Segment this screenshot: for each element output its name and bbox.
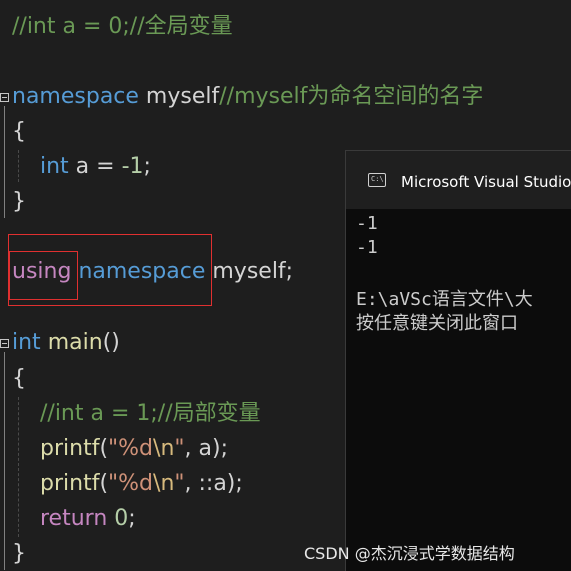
code-line-main-signature: int main() xyxy=(12,326,120,360)
console-output-line: -1 xyxy=(356,237,378,258)
indent-guide-namespace xyxy=(18,150,19,182)
code-line-global-comment: //int a = 0;//全局变量 xyxy=(12,14,233,39)
printf-args: , a); xyxy=(184,436,228,461)
code-line-return: return 0; xyxy=(40,502,136,536)
console-output-line: -1 xyxy=(356,213,378,234)
return-semicolon: ; xyxy=(128,506,136,531)
printf-paren: ( xyxy=(99,436,109,461)
code-line-decl: int a = -1; xyxy=(40,150,151,184)
main-return-type: int xyxy=(12,330,41,355)
fold-guide-main xyxy=(4,352,5,570)
console-output-path: E:\aVSc语言文件\大 xyxy=(356,289,533,310)
printf-args: , ::a); xyxy=(184,471,243,496)
code-line-printf-1: printf("%d\n", a); xyxy=(40,432,228,466)
printf-function: printf xyxy=(40,471,100,496)
decl-type: int xyxy=(40,154,69,179)
main-function-name: main xyxy=(47,330,103,355)
console-window[interactable]: C:\ Microsoft Visual Studio 调 -1 -1 E:\a… xyxy=(345,150,571,571)
indent-guide-main xyxy=(18,397,19,537)
escape-sequence: \n xyxy=(153,436,175,461)
console-icon: C:\ xyxy=(368,173,386,187)
code-line-local-comment: //int a = 1;//局部变量 xyxy=(40,401,261,426)
namespace-name: myself xyxy=(138,84,220,109)
code-line-namespace: namespace myself//myself为命名空间的名字 xyxy=(12,80,483,114)
fold-toggle-main[interactable] xyxy=(0,339,9,348)
format-string-close: " xyxy=(174,471,185,496)
code-line-namespace-open-brace: { xyxy=(12,119,26,144)
namespace-keyword: namespace xyxy=(12,84,139,109)
code-line-printf-2: printf("%d\n", ::a); xyxy=(40,467,243,501)
format-string-open: "%d xyxy=(108,471,154,496)
console-output-prompt: 按任意键关闭此窗口 xyxy=(356,313,518,334)
printf-paren: ( xyxy=(99,471,109,496)
decl-var: a = xyxy=(68,154,122,179)
watermark: CSDN @杰沉浸式学数据结构 xyxy=(304,544,515,563)
decl-semicolon: ; xyxy=(143,154,151,179)
fold-toggle-namespace[interactable] xyxy=(0,93,9,102)
return-keyword: return xyxy=(40,506,108,531)
decl-value: -1 xyxy=(121,154,144,179)
console-title: Microsoft Visual Studio 调 xyxy=(401,173,571,191)
escape-sequence: \n xyxy=(153,471,175,496)
format-string-open: "%d xyxy=(108,436,154,461)
format-string-close: " xyxy=(174,436,185,461)
printf-function: printf xyxy=(40,436,100,461)
code-line-main-close-brace: } xyxy=(12,541,26,566)
code-line-namespace-close-brace: } xyxy=(12,189,26,214)
main-parens: () xyxy=(102,330,120,355)
fold-guide-namespace xyxy=(4,106,5,218)
using-namespace-name: myself; xyxy=(205,259,294,284)
highlight-box-inner xyxy=(9,251,78,300)
return-value: 0 xyxy=(114,506,129,531)
namespace-comment: //myself为命名空间的名字 xyxy=(219,84,484,109)
code-line-main-open-brace: { xyxy=(12,366,26,391)
console-title-bar[interactable]: C:\ Microsoft Visual Studio 调 xyxy=(346,151,571,209)
